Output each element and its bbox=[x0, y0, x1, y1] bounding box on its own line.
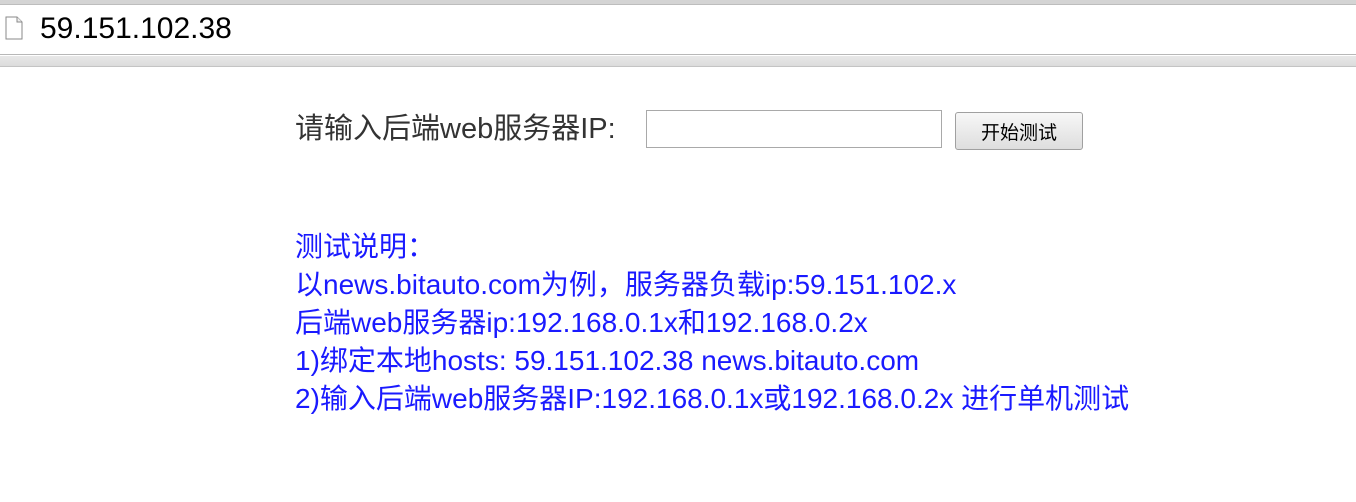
instruction-line: 以news.bitauto.com为例，服务器负载ip:59.151.102.x bbox=[295, 269, 957, 300]
page-icon bbox=[5, 16, 23, 40]
instructions-title: 测试说明： bbox=[295, 231, 436, 262]
url-text[interactable]: 59.151.102.38 bbox=[40, 11, 232, 47]
instruction-line: 1)绑定本地hosts: 59.151.102.38 news.bitauto.… bbox=[295, 345, 920, 376]
instruction-line: 后端web服务器ip:192.168.0.1x和192.168.0.2x bbox=[295, 307, 868, 338]
address-bar[interactable]: 59.151.102.38 bbox=[0, 5, 1356, 55]
server-ip-input[interactable] bbox=[646, 110, 942, 148]
server-ip-label: 请输入后端web服务器IP: bbox=[295, 113, 616, 145]
toolbar-divider bbox=[0, 56, 1356, 67]
instruction-line: 2)输入后端web服务器IP:192.168.0.1x或192.168.0.2x… bbox=[295, 383, 1130, 414]
start-test-button[interactable]: 开始测试 bbox=[955, 112, 1083, 150]
test-instructions: 测试说明： 以news.bitauto.com为例，服务器负载ip:59.151… bbox=[295, 228, 1129, 418]
